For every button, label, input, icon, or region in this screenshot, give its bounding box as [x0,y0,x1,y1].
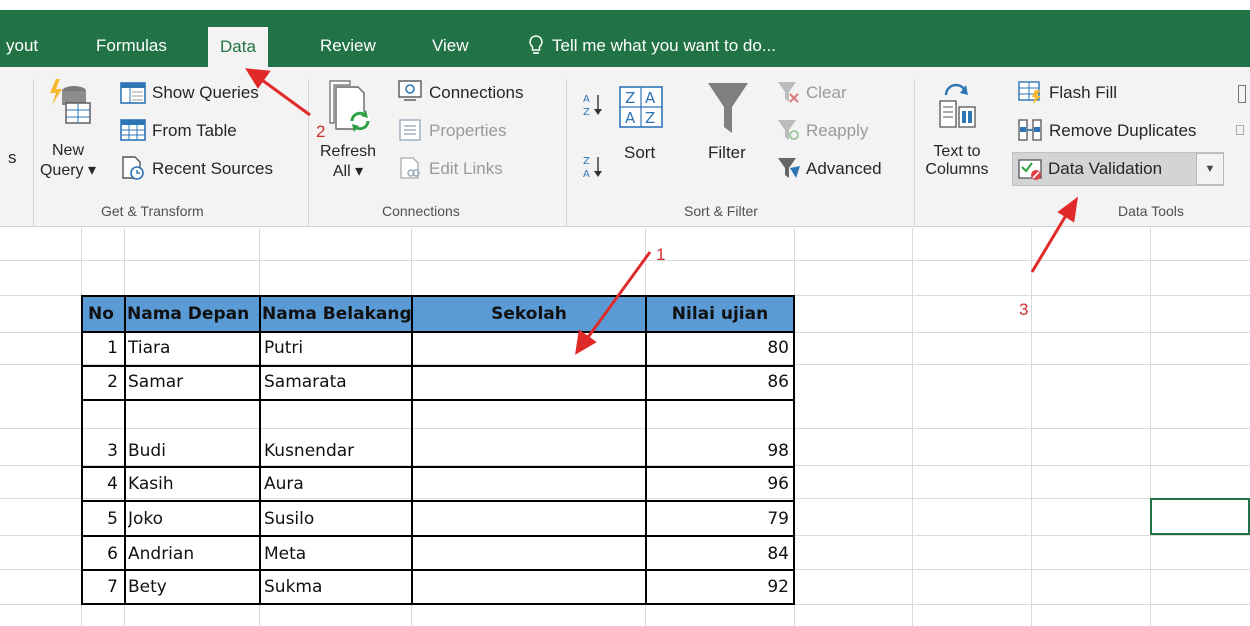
annotation-label-3: 3 [1019,300,1029,319]
arrow-to-sekolah [575,251,652,355]
arrow-to-data-tab [245,68,311,117]
annotation-label-1: 1 [656,245,666,264]
annotation-arrows [245,68,1079,355]
annotation-label-2: 2 [316,122,326,141]
arrow-to-data-validation [1030,196,1079,273]
